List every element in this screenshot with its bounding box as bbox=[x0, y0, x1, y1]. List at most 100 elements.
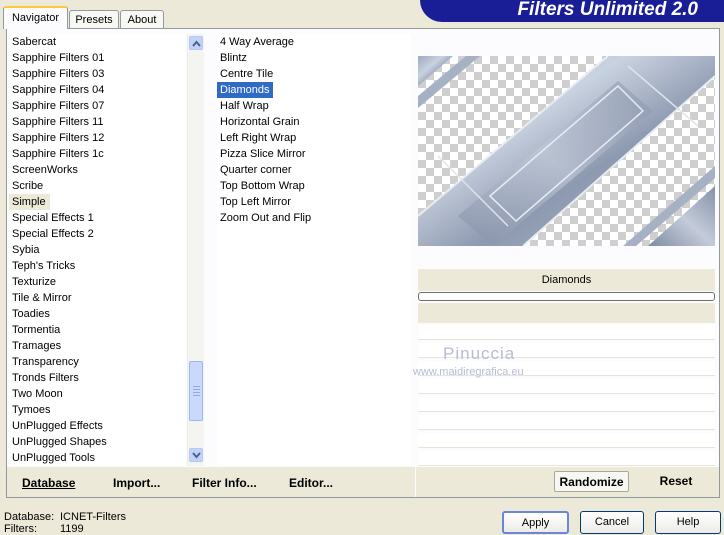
item-label: Sapphire Filters 1c bbox=[12, 148, 104, 160]
item-label: Texturize bbox=[12, 276, 57, 288]
parameter-slot bbox=[418, 325, 715, 340]
category-item[interactable]: Toadies bbox=[9, 306, 185, 322]
item-label: Tormentia bbox=[12, 324, 61, 336]
tab-navigator[interactable]: Navigator bbox=[3, 6, 68, 29]
category-item[interactable]: UnPlugged Effects bbox=[9, 418, 185, 434]
item-label: UnPlugged Tools bbox=[12, 452, 95, 464]
filter-item[interactable]: Quarter corner bbox=[217, 162, 411, 178]
category-item[interactable]: Sapphire Filters 04 bbox=[9, 82, 185, 98]
filter-item[interactable]: Horizontal Grain bbox=[217, 114, 411, 130]
item-label: Tile & Mirror bbox=[12, 292, 72, 304]
filter-item[interactable]: Top Bottom Wrap bbox=[217, 178, 411, 194]
item-label: Sapphire Filters 07 bbox=[12, 100, 105, 112]
filter-name-label: Diamonds bbox=[418, 269, 715, 291]
item-label: Sapphire Filters 11 bbox=[12, 116, 104, 128]
category-item[interactable]: Tormentia bbox=[9, 322, 185, 338]
filter-item[interactable]: Pizza Slice Mirror bbox=[217, 146, 411, 162]
status-filters-value: 1199 bbox=[60, 523, 84, 535]
item-label: Top Bottom Wrap bbox=[220, 180, 305, 192]
item-label: Tronds Filters bbox=[12, 372, 79, 384]
category-item[interactable]: Sapphire Filters 07 bbox=[9, 98, 185, 114]
database-button[interactable]: Database bbox=[22, 476, 75, 490]
filter-item[interactable]: Centre Tile bbox=[217, 66, 411, 82]
category-item[interactable]: Texturize bbox=[9, 274, 185, 290]
filter-item[interactable]: Left Right Wrap bbox=[217, 130, 411, 146]
chevron-down-icon bbox=[192, 452, 201, 459]
filter-item[interactable]: Zoom Out and Flip bbox=[217, 210, 411, 226]
editor-button[interactable]: Editor... bbox=[289, 476, 333, 490]
category-item[interactable]: Sapphire Filters 12 bbox=[9, 130, 185, 146]
item-label: Top Left Mirror bbox=[220, 196, 291, 208]
help-button[interactable]: Help bbox=[655, 511, 721, 534]
category-item[interactable]: Transparency bbox=[9, 354, 185, 370]
import-button[interactable]: Import... bbox=[113, 476, 160, 490]
randomize-button[interactable]: Randomize bbox=[554, 471, 629, 492]
item-label: Blintz bbox=[220, 52, 247, 64]
category-item[interactable]: Sabercat bbox=[9, 34, 185, 50]
item-label: UnPlugged Effects bbox=[12, 420, 103, 432]
filter-item[interactable]: Blintz bbox=[217, 50, 411, 66]
item-label: Sapphire Filters 01 bbox=[12, 52, 105, 64]
item-label: Sapphire Filters 03 bbox=[12, 68, 105, 80]
control-header-area bbox=[418, 303, 715, 323]
filter-item[interactable]: 4 Way Average bbox=[217, 34, 411, 50]
item-label: Centre Tile bbox=[220, 68, 274, 80]
category-item[interactable]: Sybia bbox=[9, 242, 185, 258]
item-label: Half Wrap bbox=[220, 100, 269, 112]
item-label: UnPlugged Shapes bbox=[12, 436, 107, 448]
category-item[interactable]: Tronds Filters bbox=[9, 370, 185, 386]
item-label: Pizza Slice Mirror bbox=[220, 148, 306, 160]
category-item[interactable]: Scribe bbox=[9, 178, 185, 194]
category-list[interactable]: Sabercat Sapphire Filters 01 Sapphire Filt… bbox=[9, 34, 185, 466]
category-item[interactable]: Special Effects 2 bbox=[9, 226, 185, 242]
tab-about[interactable]: About bbox=[120, 10, 164, 28]
parameter-slot bbox=[418, 397, 715, 412]
item-label: Sapphire Filters 04 bbox=[12, 84, 105, 96]
apply-button[interactable]: Apply bbox=[502, 511, 569, 534]
reset-button[interactable]: Reset bbox=[646, 471, 706, 492]
status-filters-key: Filters: bbox=[4, 523, 37, 535]
category-item[interactable]: Special Effects 1 bbox=[9, 210, 185, 226]
status-database-value: ICNET-Filters bbox=[60, 511, 126, 523]
item-label: Sabercat bbox=[12, 36, 57, 48]
category-item[interactable]: Tymoes bbox=[9, 402, 185, 418]
category-item[interactable]: Sapphire Filters 03 bbox=[9, 66, 185, 82]
scroll-thumb[interactable] bbox=[189, 361, 203, 421]
item-label: Scribe bbox=[12, 180, 44, 192]
item-label: Quarter corner bbox=[220, 164, 292, 176]
filter-item[interactable]: Top Left Mirror bbox=[217, 194, 411, 210]
scroll-down-button[interactable] bbox=[189, 448, 203, 462]
category-item[interactable]: Simple bbox=[9, 194, 185, 210]
category-item[interactable]: Sapphire Filters 01 bbox=[9, 50, 185, 66]
category-item[interactable]: Two Moon bbox=[9, 386, 185, 402]
list-separator bbox=[204, 34, 216, 466]
item-label: Two Moon bbox=[12, 388, 63, 400]
item-label: Special Effects 1 bbox=[12, 212, 94, 224]
item-label: Transparency bbox=[12, 356, 79, 368]
category-item[interactable]: UnPlugged Tools bbox=[9, 450, 185, 466]
category-item[interactable]: Sapphire Filters 11 bbox=[9, 114, 185, 130]
category-item[interactable]: ScreenWorks bbox=[9, 162, 185, 178]
item-label: Left Right Wrap bbox=[220, 132, 297, 144]
database-label: Database bbox=[22, 476, 76, 490]
chevron-up-icon bbox=[192, 40, 201, 47]
category-item[interactable]: Tile & Mirror bbox=[9, 290, 185, 306]
category-item[interactable]: Sapphire Filters 1c bbox=[9, 146, 185, 162]
status-database-key: Database: bbox=[4, 511, 55, 523]
item-label: Diamonds bbox=[217, 82, 273, 98]
item-label: Tramages bbox=[12, 340, 62, 352]
category-item[interactable]: Tramages bbox=[9, 338, 185, 354]
filter-list[interactable]: 4 Way Average Blintz Centre Tile Diamonds Ha… bbox=[217, 34, 411, 466]
category-item[interactable]: UnPlugged Shapes bbox=[9, 434, 185, 450]
parameter-slot bbox=[418, 433, 715, 448]
scroll-up-button[interactable] bbox=[189, 36, 203, 50]
category-item[interactable]: Teph's Tricks bbox=[9, 258, 185, 274]
item-label: Simple bbox=[9, 194, 50, 210]
item-label: Toadies bbox=[12, 308, 50, 320]
category-scrollbar[interactable] bbox=[187, 34, 204, 466]
tab-presets[interactable]: Presets bbox=[69, 10, 119, 28]
filter-item[interactable]: Diamonds bbox=[217, 82, 411, 98]
cancel-button[interactable]: Cancel bbox=[580, 511, 644, 534]
filter-item[interactable]: Half Wrap bbox=[217, 98, 411, 114]
filter-info-button[interactable]: Filter Info... bbox=[192, 476, 257, 490]
